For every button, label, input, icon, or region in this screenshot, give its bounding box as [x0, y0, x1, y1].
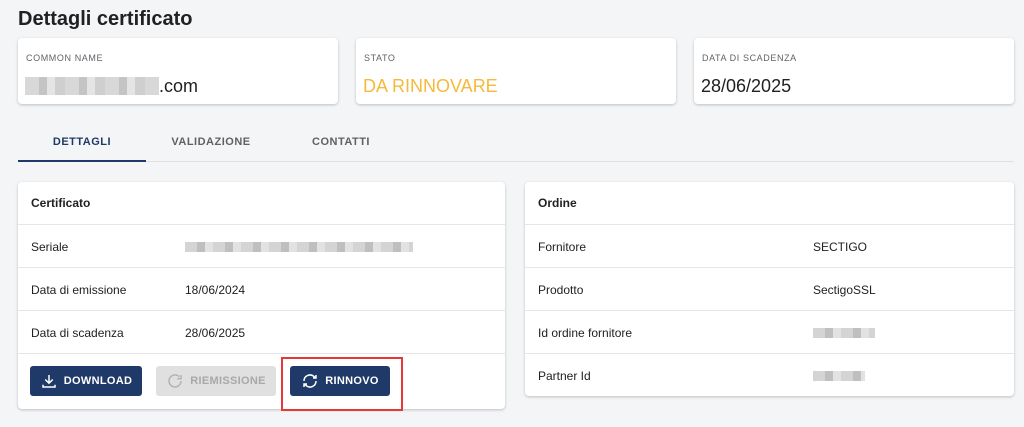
order-panel: Ordine Fornitore SECTIGO Prodotto Sectig… [525, 182, 1014, 396]
redacted-order-id [813, 328, 875, 338]
expiry-card: DATA DI SCADENZA 28/06/2025 [694, 38, 1014, 104]
certificate-panel: Certificato Seriale Data di emissione 18… [18, 182, 505, 409]
partner-id-label: Partner Id [538, 369, 591, 383]
supplier-value: SECTIGO [813, 240, 868, 254]
product-label: Prodotto [538, 283, 584, 297]
common-name-label: COMMON NAME [26, 53, 104, 63]
reissue-label: RIEMISSIONE [190, 375, 266, 387]
issue-date-value: 18/06/2024 [185, 283, 246, 297]
renew-highlight-box [281, 357, 403, 411]
tab-bar: DETTAGLI VALIDAZIONE CONTATTI [18, 122, 1014, 162]
redacted-domain [25, 77, 159, 95]
order-panel-title: Ordine [525, 182, 1014, 225]
expiry-date-label: Data di scadenza [31, 326, 124, 340]
page-title: Dettagli certificato [18, 8, 193, 30]
refresh-icon [168, 374, 183, 388]
issue-date-label: Data di emissione [31, 283, 127, 297]
table-row: Fornitore SECTIGO [525, 225, 1014, 268]
expiry-date-value: 28/06/2025 [185, 326, 246, 340]
tab-contatti[interactable]: CONTATTI [276, 122, 406, 162]
redacted-serial [185, 242, 413, 252]
status-value: DA RINNOVARE [363, 76, 498, 96]
reissue-button[interactable]: RIEMISSIONE [156, 366, 276, 396]
supplier-order-id-label: Id ordine fornitore [538, 326, 633, 340]
redacted-partner-id [813, 371, 865, 381]
tab-dettagli[interactable]: DETTAGLI [18, 122, 146, 162]
download-button[interactable]: DOWNLOAD [30, 366, 142, 396]
table-row: Id ordine fornitore [525, 311, 1014, 354]
common-name-value: .com [25, 76, 198, 97]
product-value: SectigoSSL [813, 283, 876, 297]
expiry-label: DATA DI SCADENZA [702, 53, 797, 63]
status-label: STATO [364, 53, 396, 63]
table-row: Partner Id [525, 354, 1014, 397]
expiry-value: 28/06/2025 [701, 76, 792, 96]
supplier-label: Fornitore [538, 240, 587, 254]
table-row: Data di scadenza 28/06/2025 [18, 311, 505, 354]
table-row: Seriale [18, 225, 505, 268]
tab-validazione[interactable]: VALIDAZIONE [146, 122, 276, 162]
download-label: DOWNLOAD [63, 375, 133, 387]
table-row: Prodotto SectigoSSL [525, 268, 1014, 311]
common-name-card: COMMON NAME .com [18, 38, 338, 104]
status-card: STATO DA RINNOVARE [356, 38, 676, 104]
download-icon [42, 375, 56, 388]
common-name-suffix: .com [159, 76, 199, 96]
table-row: Data di emissione 18/06/2024 [18, 268, 505, 311]
certificate-panel-title: Certificato [18, 182, 505, 225]
serial-label: Seriale [31, 240, 69, 254]
